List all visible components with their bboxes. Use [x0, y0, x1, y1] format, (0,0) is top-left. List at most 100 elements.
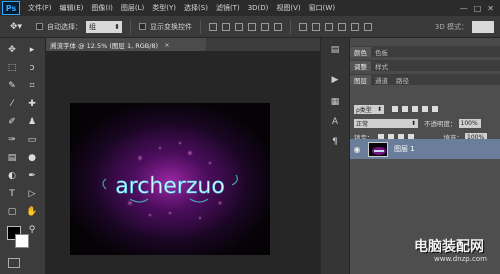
canvas[interactable]: archerzuo [70, 103, 270, 255]
layer-thumbnail [368, 141, 388, 157]
menu-filter[interactable]: 滤镜(T) [216, 3, 240, 13]
layer-name: 图层 1 [394, 145, 415, 153]
history-brush-icon[interactable]: ✑ [6, 134, 18, 146]
watermark-url: www.dnzp.com [434, 255, 487, 263]
actions-play-icon[interactable]: ▶ [329, 74, 341, 86]
filter-shape-icon[interactable] [422, 106, 428, 112]
info-icon[interactable]: ▦ [329, 96, 341, 108]
align-left-icon[interactable] [248, 22, 256, 31]
move-icon[interactable]: ✥ [6, 44, 18, 56]
move-tool-preset-icon[interactable]: ✥▾ [4, 19, 28, 35]
filter-smart-icon[interactable] [432, 106, 438, 112]
restore-icon[interactable]: □ [474, 4, 482, 13]
show-transform-checkbox[interactable] [139, 23, 146, 30]
opacity-input[interactable]: 100% [458, 118, 481, 128]
pen-icon[interactable]: ✒ [26, 170, 38, 182]
adjust-panel-tabs: 调整 样式 [350, 60, 500, 71]
tab-layers[interactable]: 图层 [350, 75, 371, 85]
tab-styles[interactable]: 样式 [371, 61, 392, 71]
menu-layer[interactable]: 图层(L) [121, 3, 144, 13]
filter-adjust-icon[interactable] [402, 106, 408, 112]
layers-panel-tabs: 图层 通道 路径 [350, 74, 500, 85]
align-top-icon[interactable] [209, 22, 217, 31]
menu-window[interactable]: 窗口(W) [309, 3, 335, 13]
menu-edit[interactable]: 编辑(E) [60, 3, 84, 13]
tools-panel: ✥ ▸ ⬚ ↄ ✎ ⌗ ⁄ ✚ ✐ ♟ ✑ ▭ ▤ ● ◐ ✒ T ▷ ▢ ✋ … [0, 38, 46, 274]
align-right-icon[interactable] [274, 22, 282, 31]
minimize-icon[interactable]: — [460, 4, 468, 13]
tab-adjustments[interactable]: 调整 [350, 61, 371, 71]
layer-filter-row: ρ类型 ⬍ [350, 103, 500, 115]
stamp-icon[interactable]: ♟ [26, 116, 38, 128]
filter-pixel-icon[interactable] [392, 106, 398, 112]
distribute-icons [299, 22, 372, 31]
tab-swatches[interactable]: 色板 [371, 47, 392, 57]
chevron-down-icon: ⬍ [410, 119, 416, 127]
divider [130, 19, 131, 34]
menu-image[interactable]: 图像(I) [91, 3, 113, 13]
character-icon[interactable]: A [329, 116, 341, 128]
align-middle-icon[interactable] [222, 22, 230, 31]
blend-opacity-row: 正常 ⬍ 不透明度： 100% [350, 117, 500, 129]
menu-3d[interactable]: 3D(D) [248, 4, 269, 12]
document-tab[interactable]: 溯流字体 @ 12.5% (图层 1, RGB/8) × [46, 38, 206, 51]
tab-channels[interactable]: 通道 [371, 75, 392, 85]
menu-select[interactable]: 选择(S) [184, 3, 208, 13]
lasso-icon[interactable]: ↄ [26, 62, 38, 74]
blur-icon[interactable]: ● [26, 152, 38, 164]
eyedropper-icon[interactable]: ⁄ [6, 98, 18, 110]
distribute-bottom-icon[interactable] [325, 22, 333, 31]
eraser-icon[interactable]: ▭ [26, 134, 38, 146]
auto-select-value: 组 [89, 22, 96, 31]
dodge-icon[interactable]: ◐ [6, 170, 18, 182]
menu-type[interactable]: 类型(Y) [152, 3, 176, 13]
filter-type-icon[interactable] [412, 106, 418, 112]
close-icon[interactable]: × [164, 41, 169, 49]
distribute-left-icon[interactable] [338, 22, 346, 31]
auto-select-dropdown[interactable]: 组 ⬍ [86, 20, 122, 33]
filter-icons [392, 106, 438, 112]
layer-row[interactable]: ◉ 图层 1 [350, 139, 500, 159]
color-panel-tabs: 颜色 色板 [350, 46, 500, 57]
menu-view[interactable]: 视图(V) [276, 3, 300, 13]
marquee-icon[interactable]: ⬚ [6, 62, 18, 74]
crop-icon[interactable]: ⌗ [26, 80, 38, 92]
tab-paths[interactable]: 路径 [392, 75, 413, 85]
visibility-eye-icon[interactable]: ◉ [350, 145, 364, 154]
layer-filter-dropdown[interactable]: ρ类型 ⬍ [354, 104, 384, 114]
gradient-icon[interactable]: ▤ [6, 152, 18, 164]
move-alt-icon[interactable]: ▸ [26, 44, 38, 56]
type-icon[interactable]: T [6, 188, 18, 200]
quick-select-icon[interactable]: ✎ [6, 80, 18, 92]
auto-select-label: 自动选择： [47, 22, 82, 31]
panel-dock: ▤ ▶ ▦ A ¶ [320, 38, 350, 274]
align-center-icon[interactable] [261, 22, 269, 31]
distribute-middle-icon[interactable] [312, 22, 320, 31]
options-bar: ✥▾ 自动选择： 组 ⬍ 显示变换控件 3D 模式： [0, 16, 500, 38]
divider [200, 19, 201, 34]
3d-mode-group: 3D 模式： [435, 20, 494, 33]
paragraph-icon[interactable]: ¶ [329, 136, 341, 148]
watermark-title: 电脑装配网 [414, 239, 484, 255]
history-icon[interactable]: ▤ [329, 44, 341, 56]
brush-icon[interactable]: ✐ [6, 116, 18, 128]
distribute-right-icon[interactable] [364, 22, 372, 31]
menu-file[interactable]: 文件(F) [28, 3, 52, 13]
healing-icon[interactable]: ✚ [26, 98, 38, 110]
blend-mode-dropdown[interactable]: 正常 ⬍ [354, 118, 418, 128]
quick-mask-icon[interactable] [8, 258, 20, 268]
tab-color[interactable]: 颜色 [350, 47, 371, 57]
close-icon[interactable]: ✕ [487, 4, 494, 13]
window-controls: — □ ✕ [460, 4, 494, 13]
zoom-icon[interactable]: ⚲ [26, 224, 38, 236]
shape-icon[interactable]: ▢ [6, 206, 18, 218]
align-bottom-icon[interactable] [235, 22, 243, 31]
background-color-swatch[interactable] [15, 234, 29, 248]
opacity-value: 100% [460, 119, 478, 127]
3d-mode-dropdown[interactable] [472, 20, 494, 33]
path-select-icon[interactable]: ▷ [26, 188, 38, 200]
distribute-center-icon[interactable] [351, 22, 359, 31]
hand-icon[interactable]: ✋ [26, 206, 38, 218]
distribute-top-icon[interactable] [299, 22, 307, 31]
auto-select-checkbox[interactable] [36, 23, 43, 30]
